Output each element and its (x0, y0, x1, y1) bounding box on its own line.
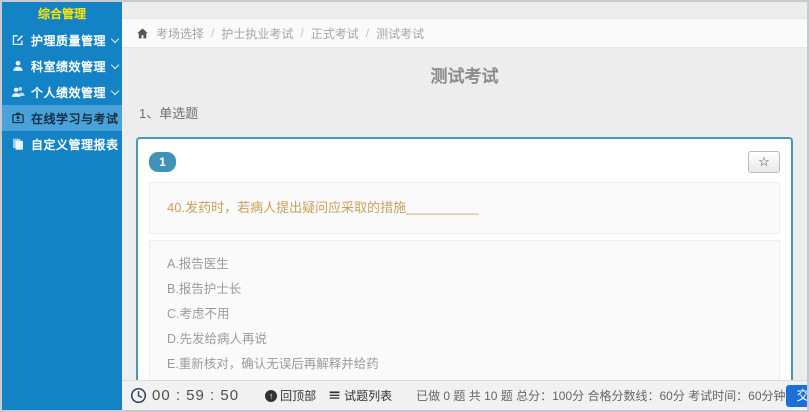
breadcrumb-item-nurse-exam[interactable]: 护士执业考试 (221, 25, 293, 42)
breadcrumb: 考场选择 / 护士执业考试 / 正式考试 / 测试考试 (122, 18, 807, 48)
option-b[interactable]: B.报告护士长 (167, 277, 762, 302)
sidebar-item-label: 护理质量管理 (31, 32, 106, 49)
question-number-badge: 1 (149, 152, 176, 172)
breadcrumb-item-exam-hall[interactable]: 考场选择 (156, 25, 204, 42)
sidebar: 综合管理 护理质量管理 科室绩效管理 (2, 2, 122, 410)
question-text: 40.发药时，若病人提出疑问应采取的措施__________ (167, 197, 762, 216)
sidebar-item-online-learning-exam[interactable]: 在线学习与考试 (2, 105, 122, 131)
exam-timer: 00 : 59 : 50 (152, 387, 239, 404)
users-icon (11, 85, 25, 99)
sidebar-header: 综合管理 (2, 2, 122, 27)
option-a[interactable]: A.报告医生 (167, 252, 762, 277)
question-card-header: 1 ☆ (149, 151, 780, 173)
exam-footer: 00 : 59 : 50 ↑ 回顶部 试题列表 已做 0 题 共 10 题 总分… (122, 380, 807, 410)
clock-icon (130, 387, 147, 404)
report-icon (11, 137, 25, 151)
option-e[interactable]: E.重新核对，确认无误后再解释并给药 (167, 352, 762, 377)
home-icon (136, 27, 149, 40)
question-card: 1 ☆ 40.发药时，若病人提出疑问应采取的措施__________ A.报告医… (136, 137, 793, 380)
breadcrumb-item-test-exam[interactable]: 测试考试 (376, 25, 424, 42)
page-title: 测试考试 (122, 62, 807, 87)
option-c[interactable]: C.考虑不用 (167, 302, 762, 327)
app-window: 综合管理 护理质量管理 科室绩效管理 (0, 0, 809, 412)
sidebar-item-label: 科室绩效管理 (31, 58, 106, 75)
breadcrumb-separator: / (300, 26, 303, 40)
chevron-down-icon (111, 86, 119, 94)
sidebar-item-dept-performance[interactable]: 科室绩效管理 (2, 53, 122, 79)
edit-icon (11, 33, 25, 47)
main-content: 考场选择 / 护士执业考试 / 正式考试 / 测试考试 测试考试 1、单选题 1… (122, 2, 807, 410)
options-box: A.报告医生 B.报告护士长 C.考虑不用 D.先发给病人再说 E.重新核对，确… (149, 240, 780, 380)
breadcrumb-item-formal-exam[interactable]: 正式考试 (311, 25, 359, 42)
star-icon: ☆ (758, 154, 770, 170)
favorite-button[interactable]: ☆ (748, 151, 780, 173)
sidebar-item-label: 在线学习与考试 (31, 110, 119, 127)
sidebar-item-label: 自定义管理报表 (31, 136, 119, 153)
breadcrumb-separator: / (366, 26, 369, 40)
option-d[interactable]: D.先发给病人再说 (167, 327, 762, 352)
back-to-top-label: 回顶部 (280, 387, 316, 404)
chevron-down-icon (111, 34, 119, 42)
question-list-label: 试题列表 (344, 387, 392, 404)
breadcrumb-separator: / (211, 26, 214, 40)
sidebar-item-nursing-quality[interactable]: 护理质量管理 (2, 27, 122, 53)
certificate-icon (11, 111, 25, 125)
back-to-top-link[interactable]: ↑ 回顶部 (265, 387, 316, 404)
arrow-up-circle-icon: ↑ (265, 390, 277, 402)
exam-stats: 已做 0 题 共 10 题 总分：100分 合格分数线：60分 考试时间：60分… (416, 387, 785, 404)
sidebar-item-personal-performance[interactable]: 个人绩效管理 (2, 79, 122, 105)
list-icon (328, 389, 341, 402)
question-list-link[interactable]: 试题列表 (328, 387, 392, 404)
section-label: 1、单选题 (139, 103, 807, 122)
submit-button[interactable]: 交卷 (786, 385, 809, 407)
user-icon (11, 59, 25, 73)
question-text-box: 40.发药时，若病人提出疑问应采取的措施__________ (149, 182, 780, 234)
chevron-down-icon (111, 60, 119, 68)
sidebar-item-custom-reports[interactable]: 自定义管理报表 (2, 131, 122, 157)
sidebar-item-label: 个人绩效管理 (31, 84, 106, 101)
